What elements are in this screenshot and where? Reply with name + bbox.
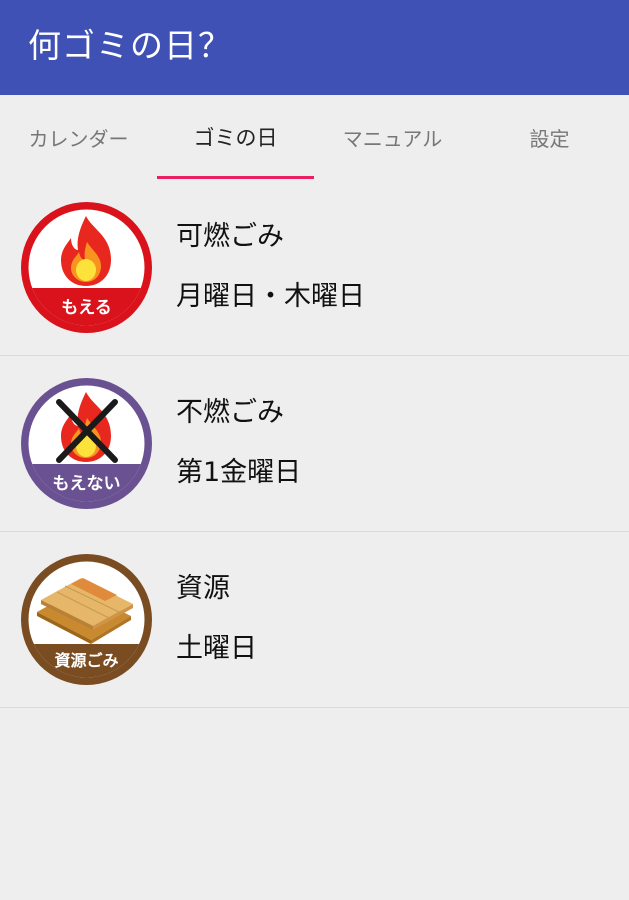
garbage-type-name: 資源: [176, 573, 230, 604]
collection-day: 月曜日・木曜日: [176, 281, 365, 312]
tab-calendar[interactable]: カレンダー: [0, 95, 157, 179]
badge-label: もえない: [53, 474, 121, 494]
garbage-type-name: 不燃ごみ: [176, 397, 284, 428]
garbage-list-item-non-burnable[interactable]: もえない 不燃ごみ 第1金曜日: [0, 355, 629, 532]
app-bar: 何ゴミの日？: [0, 0, 629, 95]
burnable-fire-icon: もえる: [21, 202, 152, 333]
tab-garbage-day[interactable]: ゴミの日: [157, 95, 314, 179]
resource-wood-boards-icon: 資源ごみ: [21, 554, 152, 685]
app-title: 何ゴミの日？: [28, 26, 232, 65]
badge-label: もえる: [61, 298, 112, 318]
garbage-type-name: 可燃ごみ: [176, 221, 284, 252]
collection-day: 第1金曜日: [176, 457, 302, 488]
garbage-list-item-burnable[interactable]: もえる 可燃ごみ 月曜日・木曜日: [0, 179, 629, 356]
badge-label: 資源ごみ: [54, 651, 118, 670]
tab-settings[interactable]: 設定: [471, 95, 628, 179]
garbage-list-item-resource[interactable]: 資源ごみ 資源 土曜日: [0, 531, 629, 708]
collection-day: 土曜日: [176, 633, 257, 664]
tab-manual[interactable]: マニュアル: [314, 95, 471, 179]
tab-bar: カレンダー ゴミの日 マニュアル 設定: [0, 95, 629, 179]
non-burnable-crossed-fire-icon: もえない: [21, 378, 152, 509]
